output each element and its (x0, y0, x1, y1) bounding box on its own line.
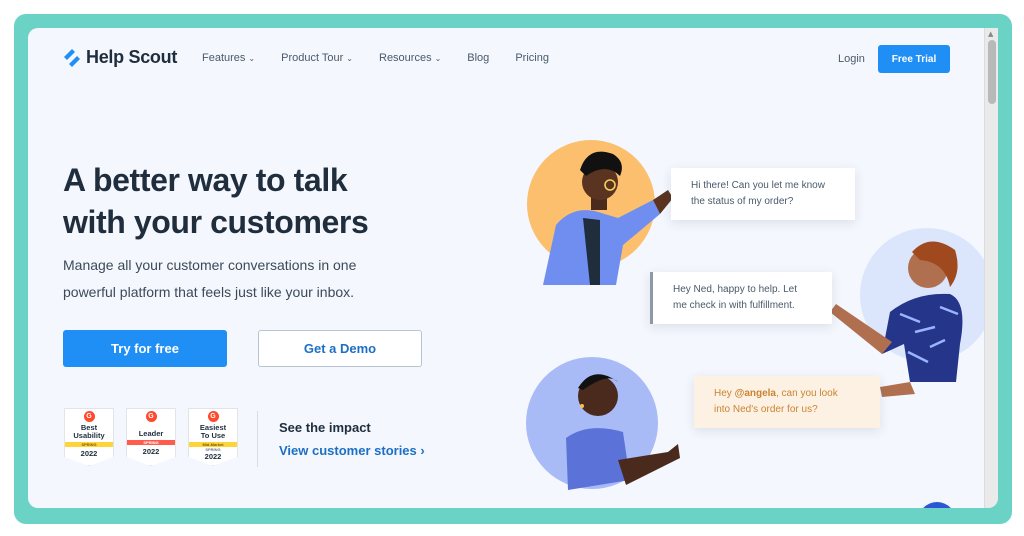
chevron-down-icon: ⌄ (346, 53, 353, 63)
g2-icon: G (145, 411, 157, 422)
g2-badges: G Best Usability SPRING 2022 G Leader SP… (64, 408, 238, 466)
logo-text: Help Scout (86, 47, 178, 67)
help-scout-logo-icon (64, 48, 80, 67)
chevron-down-icon: ⌄ (248, 53, 256, 63)
scrollbar[interactable]: ▲ (984, 28, 998, 508)
page-viewport: Help Scout Features ⌄ Product Tour ⌄ Res… (28, 28, 998, 508)
badge-best-usability: G Best Usability SPRING 2022 (64, 408, 114, 466)
nav-item-blog[interactable]: Blog (467, 52, 489, 64)
badge-leader: G Leader SPRING 2022 (126, 408, 176, 466)
badge-band: SPRING (65, 442, 113, 447)
chat-text-line: Hi there! Can you let me know (691, 180, 825, 191)
hero-title-line: A better way to talk (63, 162, 348, 198)
badge-title-line: Leader (138, 429, 164, 438)
chat-text-segment: , can you look (776, 388, 838, 399)
hero-subtitle: Manage all your customer conversations i… (63, 252, 423, 306)
badge-title: Leader (139, 430, 164, 438)
main-nav: Features ⌄ Product Tour ⌄ Resources ⌄ Bl… (202, 52, 549, 64)
chat-text-line: the status of my order? (691, 196, 794, 207)
mention-angela[interactable]: @angela (735, 388, 776, 399)
free-trial-button[interactable]: Free Trial (878, 45, 950, 73)
chat-text-line: Hey Ned, happy to help. Let (673, 284, 797, 295)
person-1-illustration (543, 151, 673, 285)
person-3-illustration (566, 374, 680, 490)
hero-title-line: with your customers (63, 204, 369, 240)
nav-item-label: Features (202, 52, 246, 64)
badge-band: SPRING (127, 440, 175, 445)
chat-widget-button[interactable] (918, 502, 956, 508)
chat-text-line: into Ned's order for us? (714, 404, 818, 415)
scroll-up-arrow-icon[interactable]: ▲ (988, 30, 993, 38)
hero-title: A better way to talk with your customers (63, 159, 443, 243)
badge-year: 2022 (142, 447, 160, 456)
chevron-down-icon: ⌄ (434, 53, 442, 63)
nav-item-label: Resources (379, 52, 432, 64)
get-a-demo-button[interactable]: Get a Demo (258, 330, 422, 367)
help-scout-logo[interactable]: Help Scout (62, 47, 177, 68)
hero-subtitle-line: powerful platform that feels just like y… (63, 284, 355, 300)
login-link[interactable]: Login (838, 53, 865, 65)
chat-text-segment: Hey (714, 388, 735, 399)
g2-icon: G (207, 411, 219, 422)
chat-text-line: me check in with fulfillment. (673, 300, 795, 311)
badge-title-line: To Use (200, 431, 226, 440)
try-for-free-button[interactable]: Try for free (63, 330, 227, 367)
badge-year: 2022 (80, 449, 98, 458)
chat-message-2: Hey Ned, happy to help. Let me check in … (650, 272, 832, 324)
scrollbar-thumb[interactable] (988, 40, 996, 104)
nav-item-features[interactable]: Features ⌄ (202, 52, 255, 64)
nav-item-resources[interactable]: Resources ⌄ (379, 52, 441, 64)
badge-divider (257, 411, 258, 467)
g2-icon: G (83, 411, 95, 422)
hero-subtitle-line: Manage all your customer conversations i… (63, 257, 357, 273)
badge-title: Easiest To Use (200, 424, 226, 440)
impact-label: See the impact (279, 420, 371, 435)
chat-message-3: Hey @angela, can you look into Ned's ord… (694, 376, 880, 428)
badge-easiest-to-use: G Easiest To Use Mid-Market SPRING 2022 (188, 408, 238, 466)
nav-item-label: Blog (467, 52, 490, 64)
badge-year: 2022 (204, 452, 222, 461)
nav-item-pricing[interactable]: Pricing (515, 52, 549, 64)
badge-title: Best Usability (73, 424, 104, 440)
nav-item-product-tour[interactable]: Product Tour ⌄ (281, 52, 353, 64)
nav-item-label: Product Tour (281, 52, 344, 64)
customer-stories-link[interactable]: View customer stories › (279, 443, 425, 458)
chat-message-1: Hi there! Can you let me know the status… (671, 168, 855, 220)
badge-title-line: Usability (73, 431, 105, 440)
nav-item-label: Pricing (515, 52, 549, 64)
